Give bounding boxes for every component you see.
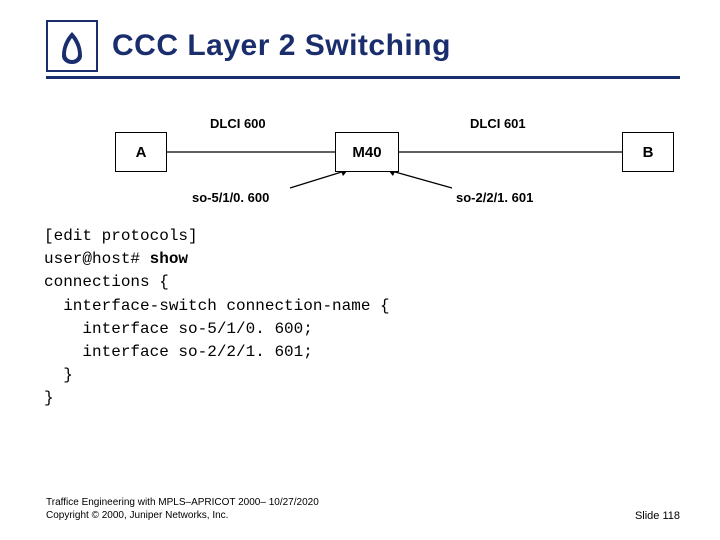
code-line: } bbox=[44, 366, 73, 384]
code-line: } bbox=[44, 389, 54, 407]
footer-line2: Copyright © 2000, Juniper Networks, Inc. bbox=[46, 509, 319, 522]
juniper-logo bbox=[46, 20, 98, 72]
code-line: [edit protocols] bbox=[44, 227, 198, 245]
footer-left: Traffice Engineering with MPLS–APRICOT 2… bbox=[46, 496, 319, 522]
node-b: B bbox=[622, 132, 674, 172]
dlci-right-label: DLCI 601 bbox=[470, 116, 526, 131]
network-diagram: DLCI 600 DLCI 601 A M40 B so-5/1/0. 600 … bbox=[0, 110, 720, 220]
slide-number: Slide 118 bbox=[635, 510, 680, 522]
code-show-cmd: show bbox=[150, 250, 188, 268]
title-underline bbox=[46, 76, 680, 79]
code-line: interface-switch connection-name { bbox=[44, 297, 390, 315]
node-a: A bbox=[115, 132, 167, 172]
dlci-left-label: DLCI 600 bbox=[210, 116, 266, 131]
so-right-label: so-2/2/1. 601 bbox=[456, 190, 533, 205]
code-line: interface so-2/2/1. 601; bbox=[44, 343, 313, 361]
slide-header: CCC Layer 2 Switching bbox=[46, 20, 680, 72]
code-line: user@host# bbox=[44, 250, 150, 268]
code-line: interface so-5/1/0. 600; bbox=[44, 320, 313, 338]
slide-footer: Traffice Engineering with MPLS–APRICOT 2… bbox=[46, 496, 680, 522]
so-left-label: so-5/1/0. 600 bbox=[192, 190, 269, 205]
footer-line1: Traffice Engineering with MPLS–APRICOT 2… bbox=[46, 496, 319, 509]
node-m40: M40 bbox=[335, 132, 399, 172]
config-code: [edit protocols] user@host# show connect… bbox=[44, 225, 390, 411]
slide-title: CCC Layer 2 Switching bbox=[112, 29, 451, 63]
code-line: connections { bbox=[44, 273, 169, 291]
